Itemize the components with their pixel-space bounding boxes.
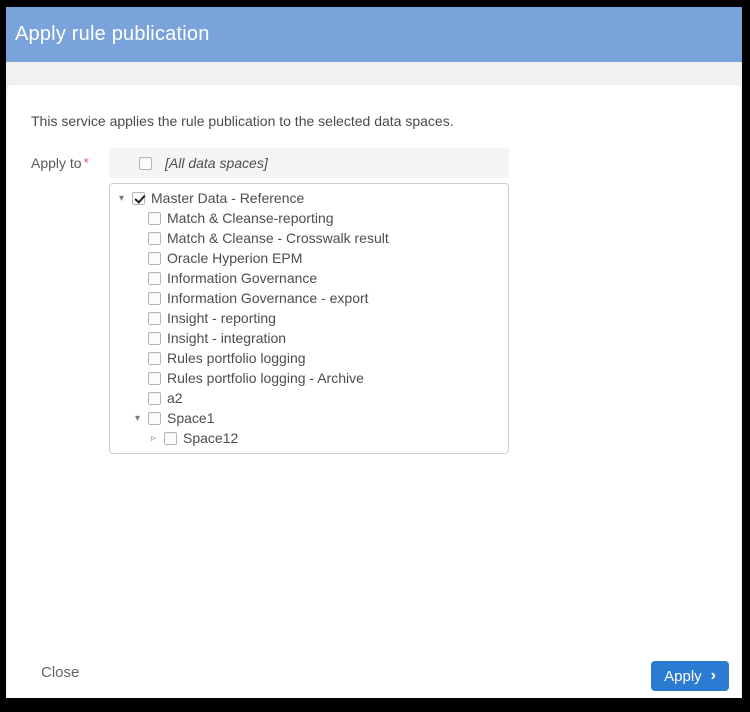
chevron-right-icon: › xyxy=(710,666,716,684)
apply-to-label: Apply to * xyxy=(31,155,89,171)
tree-item[interactable]: Match & Cleanse - Crosswalk result xyxy=(110,228,508,248)
tree-item-checkbox[interactable] xyxy=(148,371,161,385)
data-space-tree: ▾ Master Data - Reference Match & Cleans… xyxy=(109,183,509,454)
tree-item[interactable]: Oracle Hyperion EPM xyxy=(110,248,508,268)
tree-expander-icon[interactable]: ▾ xyxy=(135,413,148,424)
tree-item-label[interactable]: Master Data - Reference xyxy=(151,190,304,206)
tree-item-checkbox[interactable] xyxy=(148,391,161,405)
tree-item-checkbox[interactable] xyxy=(148,311,161,325)
apply-to-label-text: Apply to xyxy=(31,155,82,171)
tree-item-checkbox[interactable] xyxy=(164,431,177,445)
tree-expander-icon[interactable]: ▹ xyxy=(151,433,164,444)
tree-item-label[interactable]: Space12 xyxy=(183,430,238,446)
tree-item[interactable]: a2 xyxy=(110,388,508,408)
tree-item-label[interactable]: a2 xyxy=(167,390,183,406)
tree-item-checkbox[interactable] xyxy=(148,351,161,365)
tree-item-label[interactable]: Information Governance xyxy=(167,270,317,286)
tree-item[interactable]: Information Governance xyxy=(110,268,508,288)
tree-item-checkbox[interactable] xyxy=(148,331,161,345)
tree-item-label[interactable]: Insight - reporting xyxy=(167,310,276,326)
tree-item-label[interactable]: Space1 xyxy=(167,410,214,426)
tree-item-label[interactable]: Rules portfolio logging xyxy=(167,350,306,366)
tree-expander-icon[interactable]: ▾ xyxy=(119,193,132,204)
tree-item[interactable]: ▹ Space12 xyxy=(110,428,508,448)
tree-item-label[interactable]: Insight - integration xyxy=(167,330,286,346)
tree-item-checkbox[interactable] xyxy=(148,411,161,425)
dialog-body: This service applies the rule publicatio… xyxy=(6,84,742,698)
all-data-spaces-checkbox[interactable] xyxy=(139,156,152,170)
tree-item-label[interactable]: Oracle Hyperion EPM xyxy=(167,250,302,266)
tree-item[interactable]: Insight - reporting xyxy=(110,308,508,328)
apply-button[interactable]: Apply › xyxy=(651,661,729,691)
tree-item-checkbox[interactable] xyxy=(132,191,145,205)
tree-item-label[interactable]: Information Governance - export xyxy=(167,290,369,306)
tree-item[interactable]: ▾ Space1 xyxy=(110,408,508,428)
tree-item[interactable]: Insight - integration xyxy=(110,328,508,348)
tree-item-checkbox[interactable] xyxy=(148,291,161,305)
all-data-spaces-row[interactable]: [All data spaces] xyxy=(109,148,509,178)
required-marker: * xyxy=(83,155,89,170)
tree-item-checkbox[interactable] xyxy=(148,271,161,285)
tree-item-checkbox[interactable] xyxy=(148,231,161,245)
tree-item[interactable]: Match & Cleanse-reporting xyxy=(110,208,508,228)
apply-rule-publication-dialog: Apply rule publication This service appl… xyxy=(6,7,742,698)
apply-button-label: Apply xyxy=(664,667,702,685)
tree-item[interactable]: Rules portfolio logging xyxy=(110,348,508,368)
tree-item-label[interactable]: Match & Cleanse-reporting xyxy=(167,210,334,226)
page-title: Apply rule publication xyxy=(15,23,210,45)
tree-item-checkbox[interactable] xyxy=(148,251,161,265)
tree-item[interactable]: ▾ Master Data - Reference xyxy=(110,188,508,208)
service-description: This service applies the rule publicatio… xyxy=(31,113,454,129)
tree-item-label[interactable]: Rules portfolio logging - Archive xyxy=(167,370,364,386)
tree-item-label[interactable]: Match & Cleanse - Crosswalk result xyxy=(167,230,389,246)
close-button[interactable]: Close xyxy=(41,664,79,681)
data-spaces-field: [All data spaces] ▾ Master Data - Refere… xyxy=(109,148,509,454)
dialog-titlebar: Apply rule publication xyxy=(6,7,742,62)
tree-item-checkbox[interactable] xyxy=(148,211,161,225)
all-data-spaces-label[interactable]: [All data spaces] xyxy=(165,155,268,171)
tree-item[interactable]: Rules portfolio logging - Archive xyxy=(110,368,508,388)
dialog-frame: Apply rule publication This service appl… xyxy=(0,0,750,712)
tree-item[interactable]: Information Governance - export xyxy=(110,288,508,308)
